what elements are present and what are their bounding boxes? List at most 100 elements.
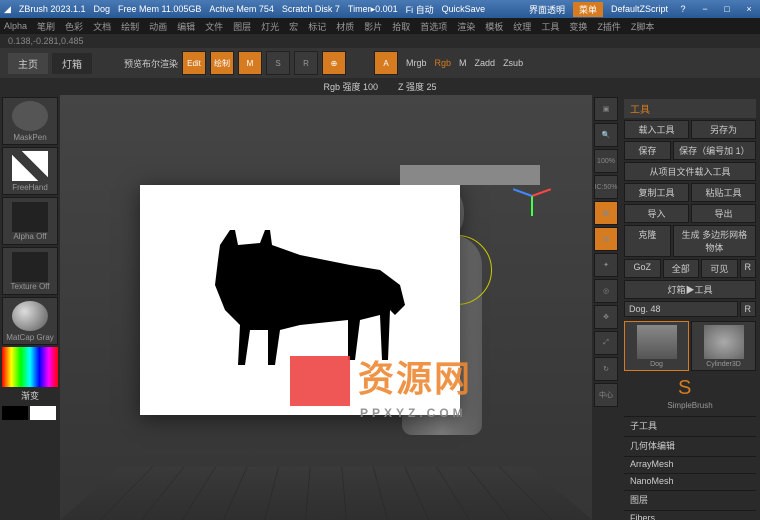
quicksave[interactable]: QuickSave xyxy=(442,4,486,14)
section-geometry[interactable]: 几何体编辑 xyxy=(624,436,756,454)
menu-brush[interactable]: 笔刷 xyxy=(37,20,55,33)
tab-home[interactable]: 主页 xyxy=(8,53,48,74)
zoom-value[interactable]: 100% xyxy=(594,149,618,173)
opacity[interactable]: 界面透明 xyxy=(529,3,565,16)
menu-doc[interactable]: 文档 xyxy=(93,20,111,33)
persp-button[interactable]: ▦ xyxy=(594,201,618,225)
menu-picker[interactable]: 拾取 xyxy=(392,20,410,33)
zadd-label[interactable]: Zadd xyxy=(475,58,496,68)
menu-prefs[interactable]: 首选项 xyxy=(420,20,447,33)
lightbox-tools-button[interactable]: 灯箱▶工具 xyxy=(624,280,756,299)
preview-bool-label[interactable]: 预览布尔渲染 xyxy=(124,57,178,70)
bpr-button[interactable]: ▣ xyxy=(594,97,618,121)
swatch-black[interactable] xyxy=(2,406,28,420)
menu-render[interactable]: 渲染 xyxy=(457,20,475,33)
menu-material[interactable]: 材质 xyxy=(336,20,354,33)
savecopy-button[interactable]: 保存（编号加 1） xyxy=(673,141,756,160)
menu-edit[interactable]: 编辑 xyxy=(177,20,195,33)
goz-button[interactable]: GoZ xyxy=(624,259,661,278)
move-icon[interactable]: ✥ xyxy=(594,305,618,329)
section-subtool[interactable]: 子工具 xyxy=(624,416,756,434)
draw-button[interactable]: 绘制 xyxy=(210,51,234,75)
section-layers[interactable]: 图层 xyxy=(624,490,756,508)
menu-layer[interactable]: 图层 xyxy=(233,20,251,33)
menu-movie[interactable]: 影片 xyxy=(364,20,382,33)
close-icon[interactable]: × xyxy=(742,2,756,16)
menu-color[interactable]: 色彩 xyxy=(65,20,83,33)
toolname[interactable]: Dog. 48 xyxy=(624,301,738,317)
all-button[interactable]: 全部 xyxy=(663,259,700,278)
menu-marker[interactable]: 标记 xyxy=(308,20,326,33)
menu-zplugin[interactable]: Z插件 xyxy=(597,20,621,33)
swatch-white[interactable] xyxy=(30,406,56,420)
center-icon[interactable]: 中心 xyxy=(594,383,618,407)
app-logo: ◢ xyxy=(4,4,11,15)
r-button2[interactable]: R xyxy=(740,301,757,317)
loadproj-button[interactable]: 从项目文件载入工具 xyxy=(624,162,756,181)
maximize-icon[interactable]: □ xyxy=(720,2,734,16)
clone-button[interactable]: 克隆 xyxy=(624,225,671,257)
edit-button[interactable]: Edit xyxy=(182,51,206,75)
menu-macro[interactable]: 宏 xyxy=(289,20,298,33)
menu-transform[interactable]: 变换 xyxy=(569,20,587,33)
export-button[interactable]: 导出 xyxy=(691,204,756,223)
gradient-label[interactable]: 渐变 xyxy=(2,389,58,402)
thumb-cylinder[interactable]: Cylinder3D xyxy=(691,321,756,371)
script[interactable]: DefaultZScript xyxy=(611,4,668,14)
frame-button[interactable]: ◎ xyxy=(594,279,618,303)
m-label[interactable]: M xyxy=(459,58,467,68)
menu-tool[interactable]: 工具 xyxy=(541,20,559,33)
simplebrush[interactable]: S SimpleBrush xyxy=(624,373,756,414)
menu-file[interactable]: 文件 xyxy=(205,20,223,33)
gizmo-button[interactable]: ⊕ xyxy=(322,51,346,75)
z-intensity-slider[interactable]: Z 强度 25 xyxy=(398,80,437,93)
color-picker[interactable] xyxy=(2,347,58,387)
genpoly-button[interactable]: 生成 多边形网格物体 xyxy=(673,225,756,257)
floor-button[interactable]: ▤ xyxy=(594,227,618,251)
thumb-dog[interactable]: Dog xyxy=(624,321,689,371)
texture-off[interactable]: Texture Off xyxy=(2,247,58,295)
menu-alpha[interactable]: Alpha xyxy=(4,21,27,31)
import-button[interactable]: 导入 xyxy=(624,204,689,223)
a-button[interactable]: A xyxy=(374,51,398,75)
load-tool-button[interactable]: 载入工具 xyxy=(624,120,689,139)
pastetool-button[interactable]: 粘贴工具 xyxy=(691,183,756,202)
copytool-button[interactable]: 复制工具 xyxy=(624,183,689,202)
stroke-freehand[interactable]: FreeHand xyxy=(2,147,58,195)
menu-stencil[interactable]: 模板 xyxy=(485,20,503,33)
section-fibers[interactable]: Fibers xyxy=(624,510,756,520)
rotate-button[interactable]: R xyxy=(294,51,318,75)
r-button[interactable]: R xyxy=(740,259,757,278)
panel-header-tool[interactable]: 工具 xyxy=(624,99,756,118)
menu-texture[interactable]: 纹理 xyxy=(513,20,531,33)
menu-btn[interactable]: 菜单 xyxy=(573,2,603,17)
scale-icon[interactable]: ⤢ xyxy=(594,331,618,355)
move-button[interactable]: M xyxy=(238,51,262,75)
zoom-icon[interactable]: 🔍 xyxy=(594,123,618,147)
rgb-intensity-slider[interactable]: Rgb 强度 100 xyxy=(323,80,378,93)
menu-light[interactable]: 灯光 xyxy=(261,20,279,33)
minimize-icon[interactable]: − xyxy=(698,2,712,16)
ic-value[interactable]: IC:50% xyxy=(594,175,618,199)
popup-header[interactable] xyxy=(400,165,540,185)
viewport[interactable]: 资源网 PPXYZ.COM xyxy=(60,95,592,520)
rotate-icon[interactable]: ↻ xyxy=(594,357,618,381)
material-matcap[interactable]: MatCap Gray xyxy=(2,297,58,345)
save-button[interactable]: 保存 xyxy=(624,141,671,160)
help-icon[interactable]: ? xyxy=(676,2,690,16)
rgb-label[interactable]: Rgb xyxy=(435,58,452,68)
brush-maskpen[interactable]: MaskPen xyxy=(2,97,58,145)
saveas-button[interactable]: 另存为 xyxy=(691,120,756,139)
menu-anim[interactable]: 动画 xyxy=(149,20,167,33)
menu-zscript[interactable]: Z脚本 xyxy=(631,20,655,33)
scale-button[interactable]: S xyxy=(266,51,290,75)
alpha-off[interactable]: Alpha Off xyxy=(2,197,58,245)
tab-lightbox[interactable]: 灯箱 xyxy=(52,53,92,74)
zsub-label[interactable]: Zsub xyxy=(503,58,523,68)
section-nanomesh[interactable]: NanoMesh xyxy=(624,473,756,488)
menu-draw[interactable]: 绘制 xyxy=(121,20,139,33)
localxyz-button[interactable]: ✦ xyxy=(594,253,618,277)
mrgb-label[interactable]: Mrgb xyxy=(406,58,427,68)
section-arraymesh[interactable]: ArrayMesh xyxy=(624,456,756,471)
visible-button[interactable]: 可见 xyxy=(701,259,738,278)
